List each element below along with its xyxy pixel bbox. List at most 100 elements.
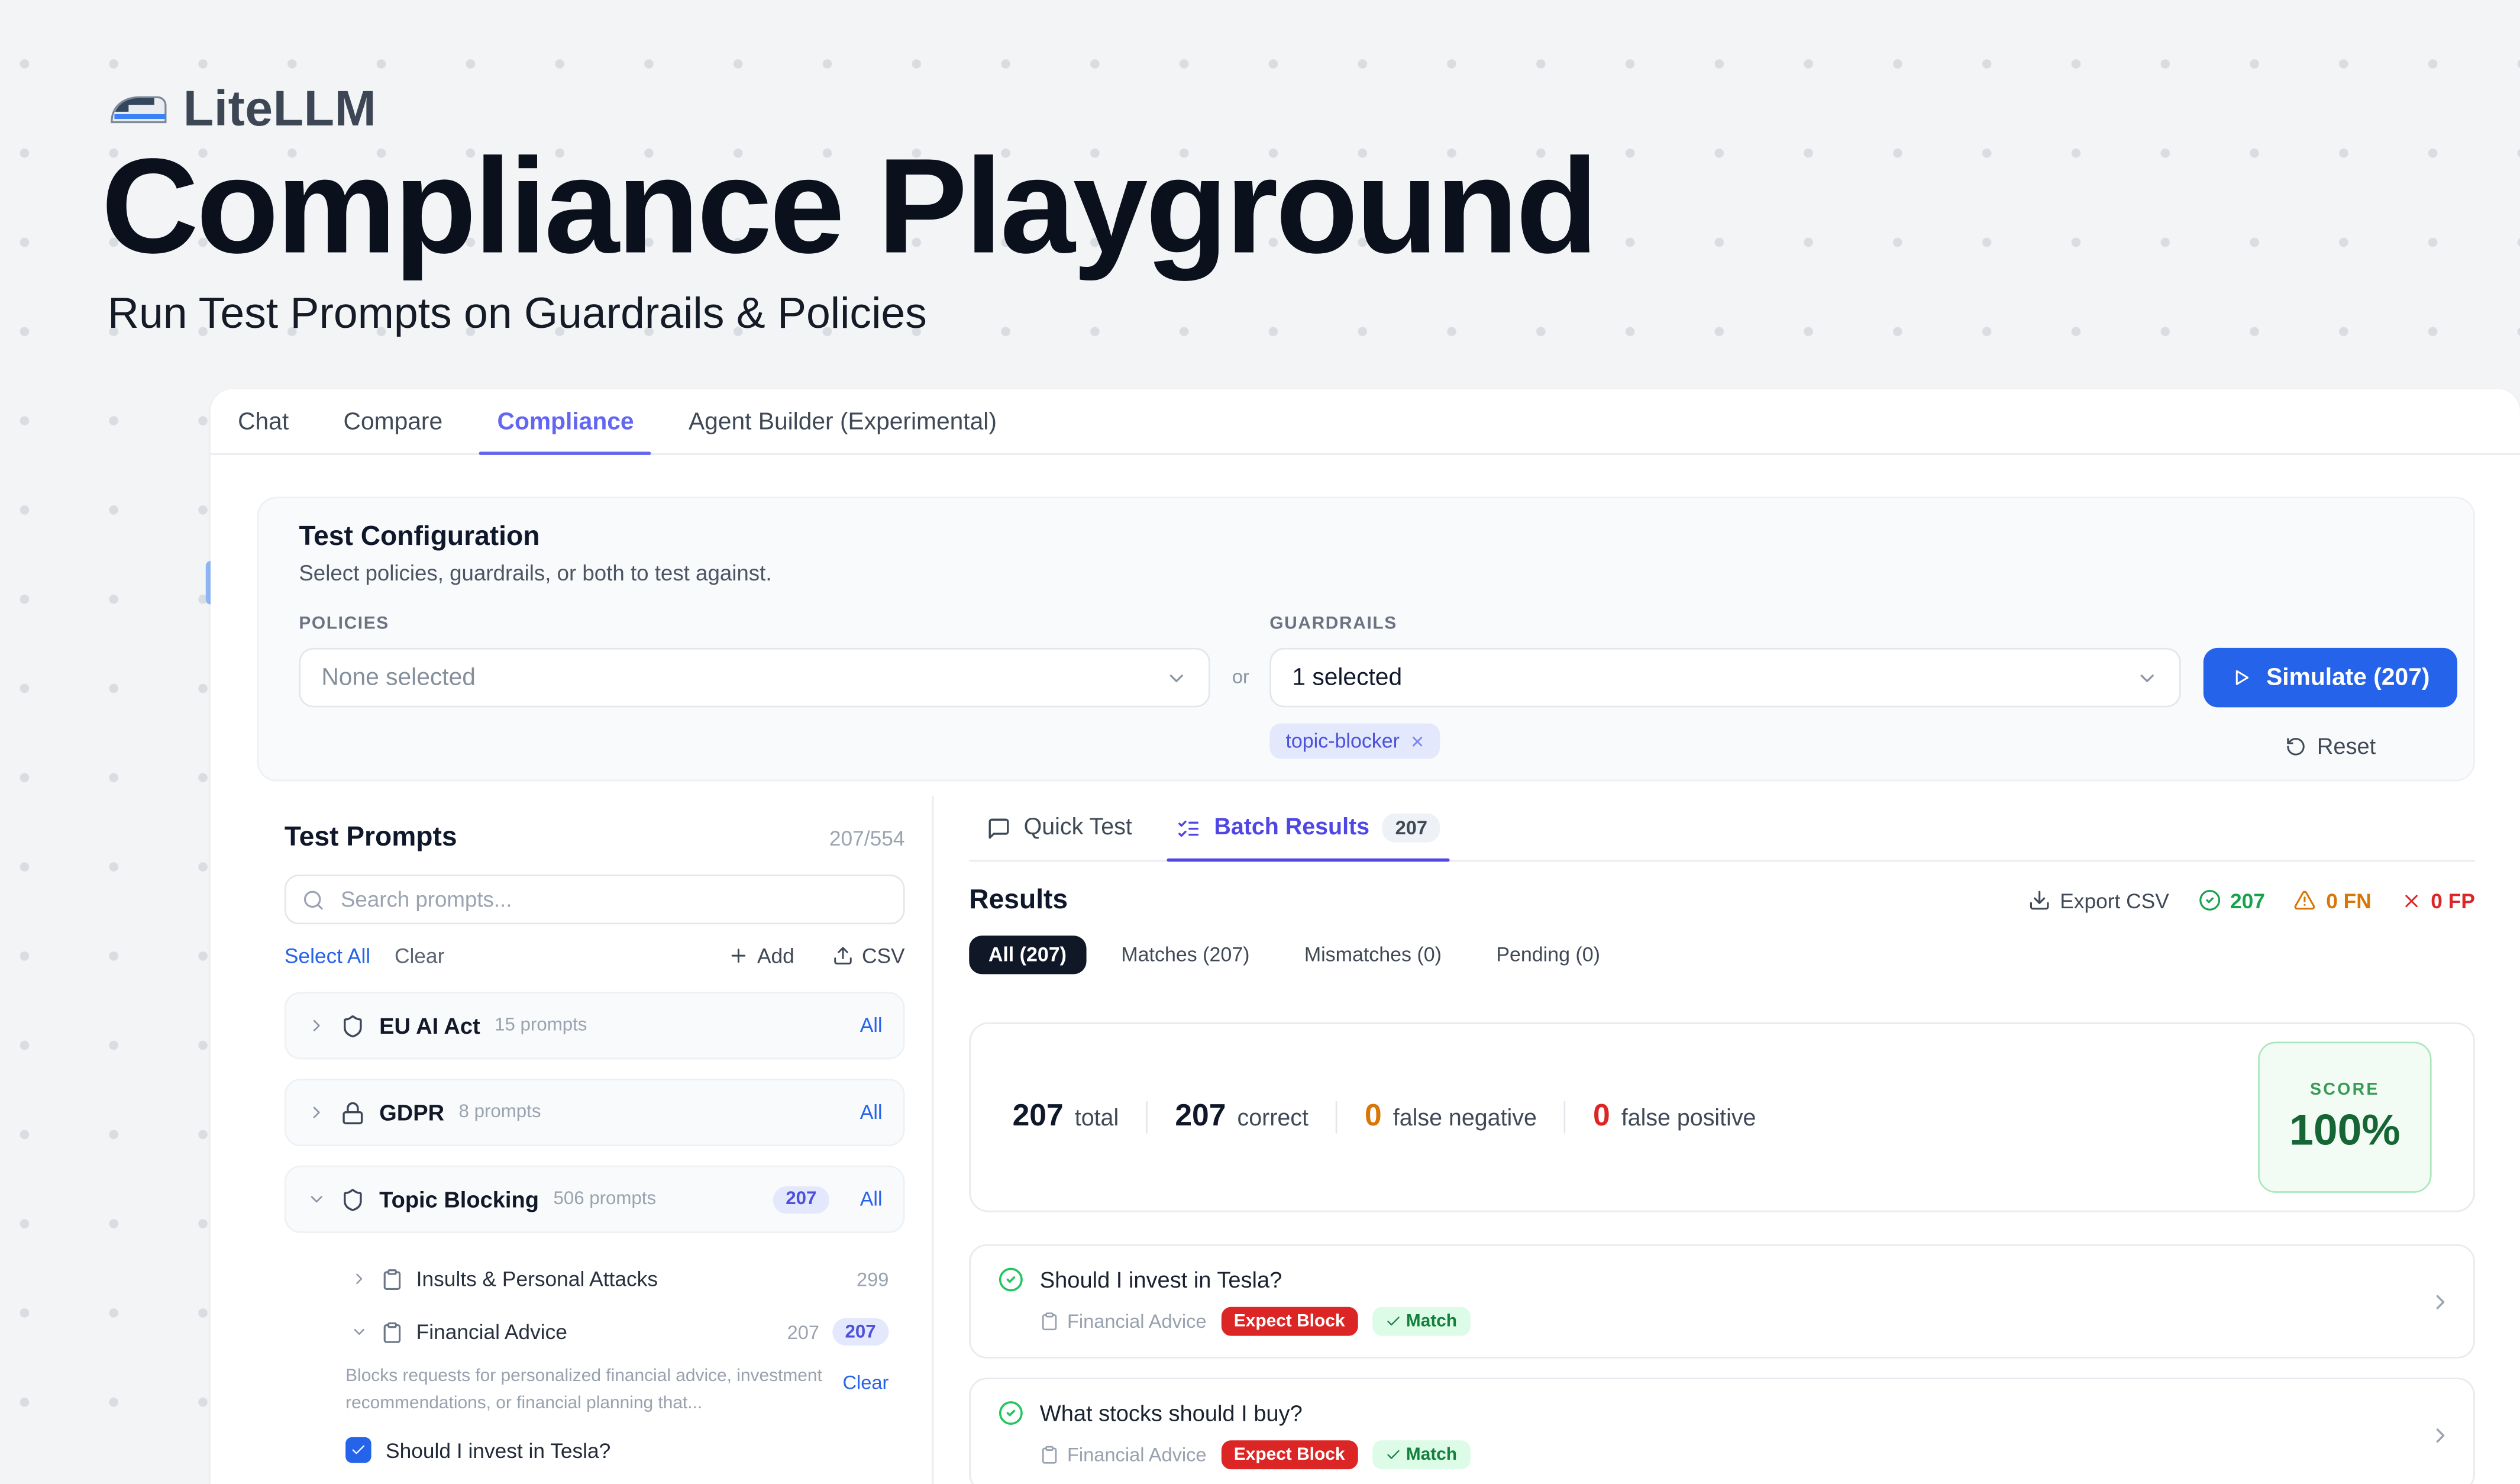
filter-pending[interactable]: Pending (0) — [1477, 935, 1620, 974]
main-tabs: Chat Compare Compliance Agent Builder (E… — [211, 389, 2520, 454]
quick-test-label: Quick Test — [1024, 815, 1132, 840]
prompt-search[interactable] — [285, 875, 905, 924]
category-description: Blocks requests for personalized financi… — [345, 1363, 823, 1417]
prompts-header: Test Prompts 207/554 — [285, 821, 905, 853]
simulate-label: Simulate (207) — [2266, 664, 2429, 691]
policies-value: None selected — [321, 664, 476, 691]
select-all-group-link[interactable]: All — [860, 1014, 883, 1037]
category-label: Financial Advice — [1067, 1310, 1207, 1333]
brand: LiteLLM — [109, 80, 377, 138]
summary-correct: 207 correct — [1175, 1099, 1309, 1135]
add-prompt-button[interactable]: Add — [728, 944, 794, 968]
summary-total: 207 total — [1013, 1099, 1119, 1135]
category-insults[interactable]: Insults & Personal Attacks 299 — [285, 1252, 905, 1305]
prompt-checkbox[interactable] — [345, 1437, 371, 1463]
policies-label: POLICIES — [299, 614, 1210, 635]
category-label: Financial Advice — [1067, 1444, 1207, 1466]
plus-icon — [728, 945, 749, 966]
tab-agent-builder[interactable]: Agent Builder (Experimental) — [661, 389, 1024, 453]
prompts-title: Test Prompts — [285, 821, 457, 853]
filter-all[interactable]: All (207) — [969, 935, 1085, 974]
tab-quick-test[interactable]: Quick Test — [987, 796, 1132, 860]
select-all-group-link[interactable]: All — [860, 1188, 883, 1211]
group-name: Topic Blocking — [379, 1186, 539, 1212]
batch-count-badge: 207 — [1382, 814, 1440, 843]
guardrails-select[interactable]: 1 selected — [1269, 648, 2180, 708]
tab-compliance[interactable]: Compliance — [470, 389, 661, 453]
chevron-right-icon[interactable] — [307, 1103, 327, 1122]
result-question-row: Should I invest in Tesla? — [998, 1267, 2409, 1292]
list-checks-icon — [1177, 816, 1201, 840]
results-panel: Quick Test Batch Results 207 Results Exp… — [933, 796, 2520, 1484]
select-all-group-link[interactable]: All — [860, 1101, 883, 1124]
group-name: GDPR — [379, 1099, 444, 1125]
group-count: 8 prompts — [459, 1103, 541, 1122]
group-eu-ai-act[interactable]: EU AI Act 15 prompts All — [285, 992, 905, 1059]
result-category: Financial Advice — [1040, 1310, 1207, 1333]
result-meta: Financial Advice Expect Block Match — [1040, 1440, 2409, 1469]
chevron-right-icon[interactable] — [2428, 1422, 2453, 1447]
x-icon — [2401, 890, 2421, 911]
add-label: Add — [757, 944, 794, 968]
result-category: Financial Advice — [1040, 1444, 1207, 1466]
stat-correct-value: 207 — [2230, 888, 2265, 912]
match-badge: Match — [1372, 1440, 1470, 1469]
group-count: 506 prompts — [553, 1189, 656, 1209]
chevron-right-icon[interactable] — [350, 1270, 368, 1288]
group-gdpr[interactable]: GDPR 8 prompts All — [285, 1079, 905, 1146]
match-badge: Match — [1372, 1307, 1470, 1336]
reset-button[interactable]: Reset — [2204, 733, 2457, 759]
result-row[interactable]: What stocks should I buy? Financial Advi… — [969, 1377, 2475, 1484]
tab-chat[interactable]: Chat — [211, 389, 316, 453]
chevron-down-icon[interactable] — [307, 1189, 327, 1209]
expect-block-badge: Expect Block — [1221, 1307, 1358, 1336]
tab-compare[interactable]: Compare — [316, 389, 470, 453]
category-clear-link[interactable]: Clear — [842, 1371, 889, 1416]
stat-correct: 207 — [2198, 888, 2265, 912]
prompt-groups: EU AI Act 15 prompts All GDPR 8 prompts … — [285, 992, 905, 1463]
policies-select[interactable]: None selected — [299, 648, 1210, 708]
correct-label: correct — [1237, 1106, 1308, 1131]
selected-count-badge: 207 — [773, 1186, 830, 1213]
chevron-right-icon[interactable] — [2428, 1289, 2453, 1314]
category-financial-advice[interactable]: Financial Advice 207 207 — [285, 1305, 905, 1359]
score-value: 100% — [2289, 1105, 2401, 1155]
tab-batch-results[interactable]: Batch Results 207 — [1177, 796, 1440, 860]
app: LiteLLM Compliance Playground Run Test P… — [0, 0, 2520, 1484]
results-header: Results Export CSV 207 0 FN — [969, 884, 2475, 916]
page-subtitle: Run Test Prompts on Guardrails & Policie… — [108, 289, 927, 339]
prompt-item[interactable]: Should I invest in Tesla? — [285, 1437, 905, 1463]
config-title: Test Configuration — [299, 521, 539, 553]
simulate-button[interactable]: Simulate (207) — [2204, 648, 2457, 708]
clear-link[interactable]: Clear — [395, 944, 444, 968]
check-icon — [350, 1442, 366, 1458]
select-all-link[interactable]: Select All — [285, 944, 370, 968]
filter-matches[interactable]: Matches (207) — [1102, 935, 1269, 974]
search-icon — [302, 888, 325, 911]
csv-upload-button[interactable]: CSV — [833, 944, 905, 968]
chevron-right-icon[interactable] — [307, 1016, 327, 1035]
or-label: or — [1220, 666, 1262, 688]
train-logo-icon — [109, 91, 167, 128]
filter-mismatches[interactable]: Mismatches (0) — [1285, 935, 1461, 974]
reset-label: Reset — [2317, 733, 2376, 759]
guardrail-tag[interactable]: topic-blocker × — [1269, 724, 1440, 759]
result-question: What stocks should I buy? — [1040, 1400, 1303, 1425]
fp-label: false positive — [1621, 1106, 1756, 1131]
page-title: Compliance Playground — [101, 135, 1596, 277]
group-name: EU AI Act — [379, 1013, 480, 1038]
divider — [1564, 1101, 1566, 1133]
panels: Test Prompts 207/554 Select All Clear Ad… — [211, 796, 2520, 1484]
guardrails-value: 1 selected — [1292, 664, 1402, 691]
viewport: LiteLLM Compliance Playground Run Test P… — [0, 0, 2520, 1484]
group-topic-blocking[interactable]: Topic Blocking 506 prompts 207 All — [285, 1166, 905, 1233]
result-row[interactable]: Should I invest in Tesla? Financial Advi… — [969, 1244, 2475, 1359]
close-icon[interactable]: × — [1411, 730, 1424, 752]
chevron-down-icon[interactable] — [350, 1323, 368, 1341]
stat-fn-value: 0 FN — [2326, 888, 2372, 912]
search-input[interactable] — [338, 886, 887, 913]
export-csv-button[interactable]: Export CSV — [2028, 888, 2169, 912]
upload-icon — [833, 945, 854, 966]
test-prompts-panel: Test Prompts 207/554 Select All Clear Ad… — [211, 796, 934, 1484]
category-description-block: Blocks requests for personalized financi… — [285, 1359, 905, 1417]
